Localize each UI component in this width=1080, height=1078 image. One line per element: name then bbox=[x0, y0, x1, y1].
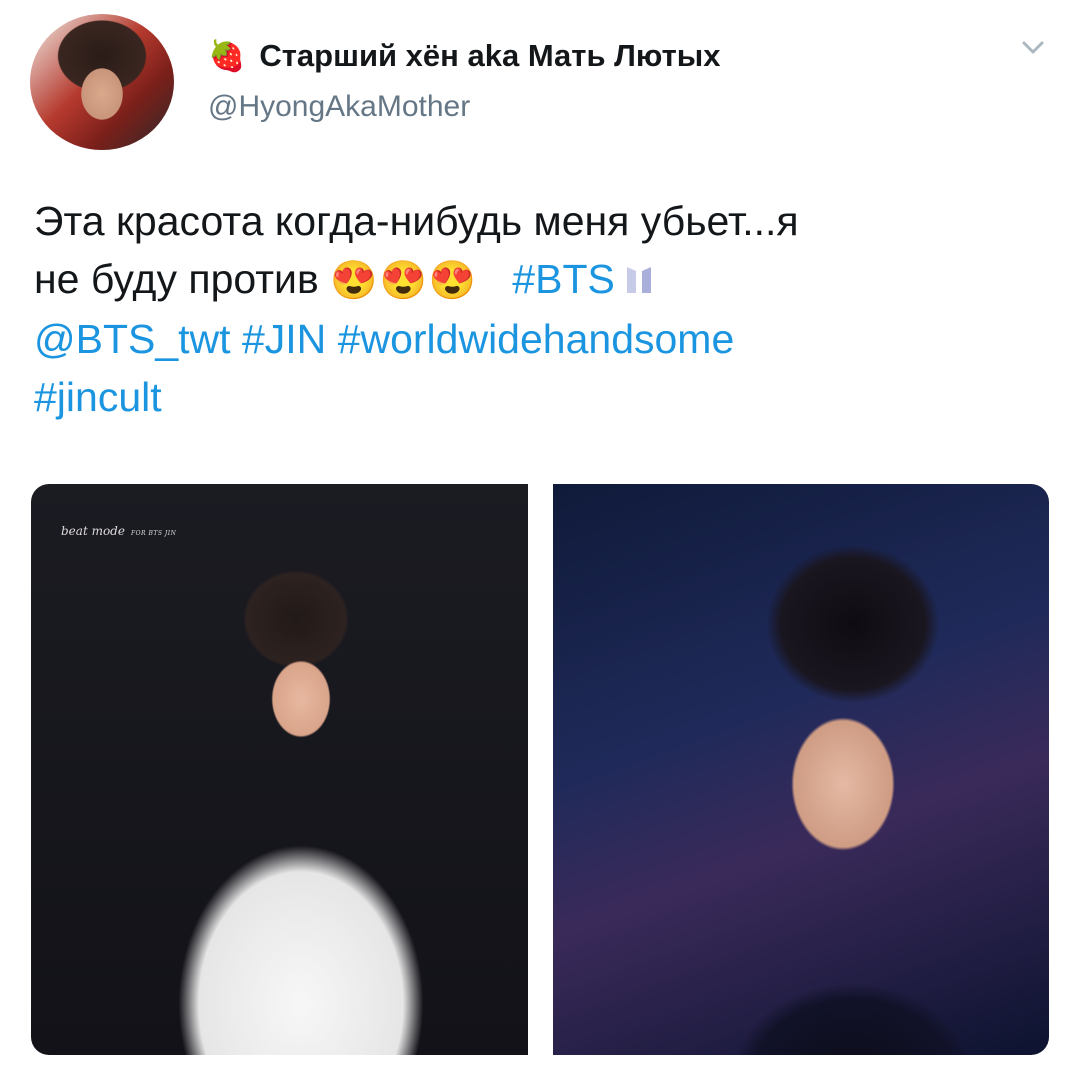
mention-bts-twt[interactable]: @BTS_twt bbox=[34, 316, 231, 362]
watermark-small-text: FOR BTS JIN bbox=[130, 530, 177, 537]
hashtag-jincult[interactable]: #jincult bbox=[34, 374, 162, 420]
tweet-text: Эта красота когда-нибудь меня убьет...я … bbox=[34, 192, 1044, 426]
media-photo-right[interactable] bbox=[553, 484, 1049, 1055]
watermark-text: beat mode bbox=[61, 524, 125, 538]
tweet-text-line2: не буду против bbox=[34, 256, 319, 302]
author-avatar[interactable] bbox=[30, 14, 174, 150]
media-photo-left[interactable]: beat mode FOR BTS JIN bbox=[31, 484, 528, 1055]
hashtag-jin[interactable]: #JIN bbox=[242, 316, 326, 362]
author-display-name[interactable]: Старший хён aka Мать Лютых bbox=[259, 38, 720, 74]
tweet-text-line1: Эта красота когда-нибудь меня убьет...я bbox=[34, 198, 799, 244]
tweet-media-grid: beat mode FOR BTS JIN bbox=[31, 484, 1049, 1055]
chevron-down-icon[interactable] bbox=[1018, 32, 1048, 62]
photo-watermark: beat mode FOR BTS JIN bbox=[61, 524, 176, 538]
author-name-row[interactable]: 🍓 Старший хён aka Мать Лютых bbox=[208, 36, 720, 76]
strawberry-emoji-icon: 🍓 bbox=[208, 39, 246, 73]
bts-logo-icon bbox=[626, 267, 651, 293]
hashtag-bts[interactable]: #BTS bbox=[512, 256, 615, 302]
author-block: 🍓 Старший хён aka Мать Лютых @HyongAkaMo… bbox=[208, 36, 720, 124]
author-handle[interactable]: @HyongAkaMother bbox=[208, 90, 720, 124]
hashtag-worldwidehandsome[interactable]: #worldwidehandsome bbox=[338, 316, 735, 362]
heart-eyes-emoji-icon: 😍😍😍 bbox=[330, 260, 479, 302]
